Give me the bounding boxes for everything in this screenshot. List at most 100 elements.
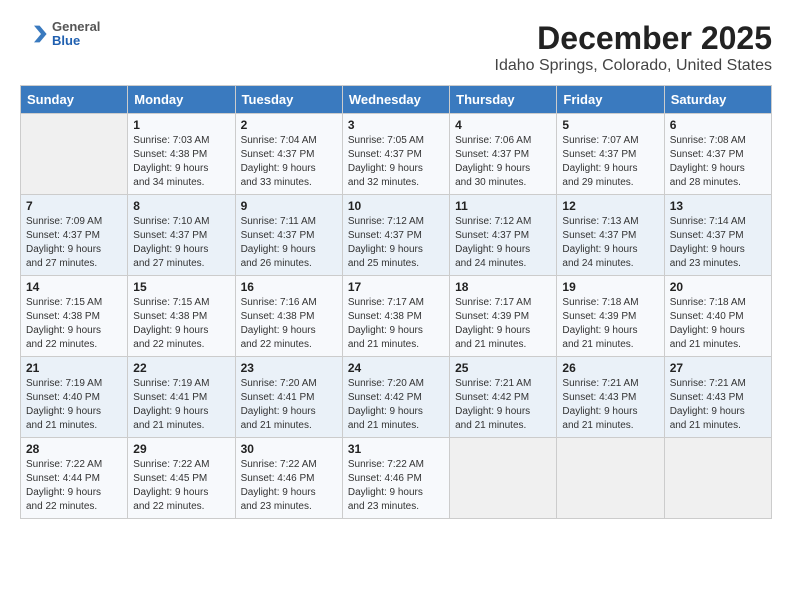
calendar-week-row: 21Sunrise: 7:19 AM Sunset: 4:40 PM Dayli… xyxy=(21,357,772,438)
calendar-cell: 27 Sunrise: 7:21 AM Sunset: 4:43 PM Dayli… xyxy=(664,357,771,438)
day-info: Sunrise: 7:10 AM Sunset: 4:37 PM Dayligh… xyxy=(133,215,229,271)
title-block: December 2025 Idaho Springs, Colorado, U… xyxy=(495,20,773,75)
day-number: 30 xyxy=(241,442,337,456)
day-number: 20 xyxy=(670,280,766,294)
calendar-cell: 17 Sunrise: 7:17 AM Sunset: 4:38 PM Dayli… xyxy=(342,276,449,357)
logo: General Blue xyxy=(20,20,100,49)
day-number: 17 xyxy=(348,280,444,294)
day-number: 7 xyxy=(26,199,122,213)
day-number: 13 xyxy=(670,199,766,213)
calendar-body: 1Sunrise: 7:03 AM Sunset: 4:38 PM Daylig… xyxy=(21,114,772,519)
day-info: Sunrise: 7:07 AM Sunset: 4:37 PM Dayligh… xyxy=(562,134,658,190)
day-info: Sunrise: 7:09 AM Sunset: 4:37 PM Dayligh… xyxy=(26,215,122,271)
calendar-cell xyxy=(21,114,128,195)
day-info: Sunrise: 7:06 AM Sunset: 4:37 PM Dayligh… xyxy=(455,134,551,190)
day-info: Sunrise: 7:13 AM Sunset: 4:37 PM Dayligh… xyxy=(562,215,658,271)
day-info: Sunrise: 7:21 AM Sunset: 4:43 PM Dayligh… xyxy=(562,377,658,433)
day-number: 8 xyxy=(133,199,229,213)
calendar-cell: 6 Sunrise: 7:08 AM Sunset: 4:37 PM Daylig… xyxy=(664,114,771,195)
calendar-cell: 31 Sunrise: 7:22 AM Sunset: 4:46 PM Dayli… xyxy=(342,438,449,519)
calendar-cell: 4 Sunrise: 7:06 AM Sunset: 4:37 PM Daylig… xyxy=(450,114,557,195)
calendar-cell xyxy=(557,438,664,519)
day-number: 3 xyxy=(348,118,444,132)
calendar-week-row: 7 Sunrise: 7:09 AM Sunset: 4:37 PM Daylig… xyxy=(21,195,772,276)
calendar-cell: 3 Sunrise: 7:05 AM Sunset: 4:37 PM Daylig… xyxy=(342,114,449,195)
calendar-cell: 24Sunrise: 7:20 AM Sunset: 4:42 PM Dayli… xyxy=(342,357,449,438)
calendar-cell xyxy=(664,438,771,519)
day-number: 16 xyxy=(241,280,337,294)
day-number: 4 xyxy=(455,118,551,132)
day-number: 26 xyxy=(562,361,658,375)
day-number: 19 xyxy=(562,280,658,294)
day-info: Sunrise: 7:22 AM Sunset: 4:46 PM Dayligh… xyxy=(348,458,444,514)
day-info: Sunrise: 7:20 AM Sunset: 4:42 PM Dayligh… xyxy=(348,377,444,433)
calendar-cell: 21Sunrise: 7:19 AM Sunset: 4:40 PM Dayli… xyxy=(21,357,128,438)
calendar-cell: 19 Sunrise: 7:18 AM Sunset: 4:39 PM Dayli… xyxy=(557,276,664,357)
logo-icon xyxy=(20,20,48,48)
day-number: 5 xyxy=(562,118,658,132)
day-info: Sunrise: 7:22 AM Sunset: 4:44 PM Dayligh… xyxy=(26,458,122,514)
calendar-week-row: 1Sunrise: 7:03 AM Sunset: 4:38 PM Daylig… xyxy=(21,114,772,195)
day-number: 11 xyxy=(455,199,551,213)
day-number: 27 xyxy=(670,361,766,375)
calendar-cell: 25Sunrise: 7:21 AM Sunset: 4:42 PM Dayli… xyxy=(450,357,557,438)
header-row: SundayMondayTuesdayWednesdayThursdayFrid… xyxy=(21,86,772,114)
day-number: 15 xyxy=(133,280,229,294)
calendar-cell: 11 Sunrise: 7:12 AM Sunset: 4:37 PM Dayli… xyxy=(450,195,557,276)
calendar-cell: 13 Sunrise: 7:14 AM Sunset: 4:37 PM Dayli… xyxy=(664,195,771,276)
day-info: Sunrise: 7:18 AM Sunset: 4:39 PM Dayligh… xyxy=(562,296,658,352)
calendar-cell: 14Sunrise: 7:15 AM Sunset: 4:38 PM Dayli… xyxy=(21,276,128,357)
day-number: 12 xyxy=(562,199,658,213)
day-info: Sunrise: 7:08 AM Sunset: 4:37 PM Dayligh… xyxy=(670,134,766,190)
calendar-cell: 2 Sunrise: 7:04 AM Sunset: 4:37 PM Daylig… xyxy=(235,114,342,195)
day-info: Sunrise: 7:22 AM Sunset: 4:46 PM Dayligh… xyxy=(241,458,337,514)
day-number: 31 xyxy=(348,442,444,456)
col-header-thursday: Thursday xyxy=(450,86,557,114)
day-info: Sunrise: 7:12 AM Sunset: 4:37 PM Dayligh… xyxy=(348,215,444,271)
day-info: Sunrise: 7:19 AM Sunset: 4:40 PM Dayligh… xyxy=(26,377,122,433)
day-info: Sunrise: 7:04 AM Sunset: 4:37 PM Dayligh… xyxy=(241,134,337,190)
page-title: December 2025 xyxy=(495,20,773,57)
day-info: Sunrise: 7:14 AM Sunset: 4:37 PM Dayligh… xyxy=(670,215,766,271)
day-number: 9 xyxy=(241,199,337,213)
calendar-cell: 16 Sunrise: 7:16 AM Sunset: 4:38 PM Dayli… xyxy=(235,276,342,357)
calendar-cell: 23Sunrise: 7:20 AM Sunset: 4:41 PM Dayli… xyxy=(235,357,342,438)
day-info: Sunrise: 7:12 AM Sunset: 4:37 PM Dayligh… xyxy=(455,215,551,271)
day-number: 2 xyxy=(241,118,337,132)
calendar-cell: 22Sunrise: 7:19 AM Sunset: 4:41 PM Dayli… xyxy=(128,357,235,438)
calendar-week-row: 14Sunrise: 7:15 AM Sunset: 4:38 PM Dayli… xyxy=(21,276,772,357)
day-info: Sunrise: 7:21 AM Sunset: 4:43 PM Dayligh… xyxy=(670,377,766,433)
day-info: Sunrise: 7:05 AM Sunset: 4:37 PM Dayligh… xyxy=(348,134,444,190)
day-number: 14 xyxy=(26,280,122,294)
day-number: 28 xyxy=(26,442,122,456)
day-number: 22 xyxy=(133,361,229,375)
col-header-saturday: Saturday xyxy=(664,86,771,114)
calendar-table: SundayMondayTuesdayWednesdayThursdayFrid… xyxy=(20,85,772,519)
calendar-cell: 9 Sunrise: 7:11 AM Sunset: 4:37 PM Daylig… xyxy=(235,195,342,276)
calendar-cell: 5 Sunrise: 7:07 AM Sunset: 4:37 PM Daylig… xyxy=(557,114,664,195)
col-header-tuesday: Tuesday xyxy=(235,86,342,114)
calendar-cell: 29Sunrise: 7:22 AM Sunset: 4:45 PM Dayli… xyxy=(128,438,235,519)
calendar-cell: 15Sunrise: 7:15 AM Sunset: 4:38 PM Dayli… xyxy=(128,276,235,357)
calendar-cell: 28 Sunrise: 7:22 AM Sunset: 4:44 PM Dayli… xyxy=(21,438,128,519)
day-info: Sunrise: 7:18 AM Sunset: 4:40 PM Dayligh… xyxy=(670,296,766,352)
day-info: Sunrise: 7:17 AM Sunset: 4:38 PM Dayligh… xyxy=(348,296,444,352)
logo-general-text: General xyxy=(52,20,100,34)
col-header-sunday: Sunday xyxy=(21,86,128,114)
calendar-cell: 26 Sunrise: 7:21 AM Sunset: 4:43 PM Dayli… xyxy=(557,357,664,438)
day-number: 29 xyxy=(133,442,229,456)
day-number: 25 xyxy=(455,361,551,375)
day-number: 10 xyxy=(348,199,444,213)
day-info: Sunrise: 7:16 AM Sunset: 4:38 PM Dayligh… xyxy=(241,296,337,352)
page-subtitle: Idaho Springs, Colorado, United States xyxy=(495,57,773,75)
calendar-cell xyxy=(450,438,557,519)
day-number: 18 xyxy=(455,280,551,294)
calendar-cell: 12 Sunrise: 7:13 AM Sunset: 4:37 PM Dayli… xyxy=(557,195,664,276)
calendar-cell: 20 Sunrise: 7:18 AM Sunset: 4:40 PM Dayli… xyxy=(664,276,771,357)
calendar-cell: 18Sunrise: 7:17 AM Sunset: 4:39 PM Dayli… xyxy=(450,276,557,357)
day-number: 6 xyxy=(670,118,766,132)
col-header-friday: Friday xyxy=(557,86,664,114)
day-info: Sunrise: 7:03 AM Sunset: 4:38 PM Dayligh… xyxy=(133,134,229,190)
day-info: Sunrise: 7:11 AM Sunset: 4:37 PM Dayligh… xyxy=(241,215,337,271)
day-number: 23 xyxy=(241,361,337,375)
